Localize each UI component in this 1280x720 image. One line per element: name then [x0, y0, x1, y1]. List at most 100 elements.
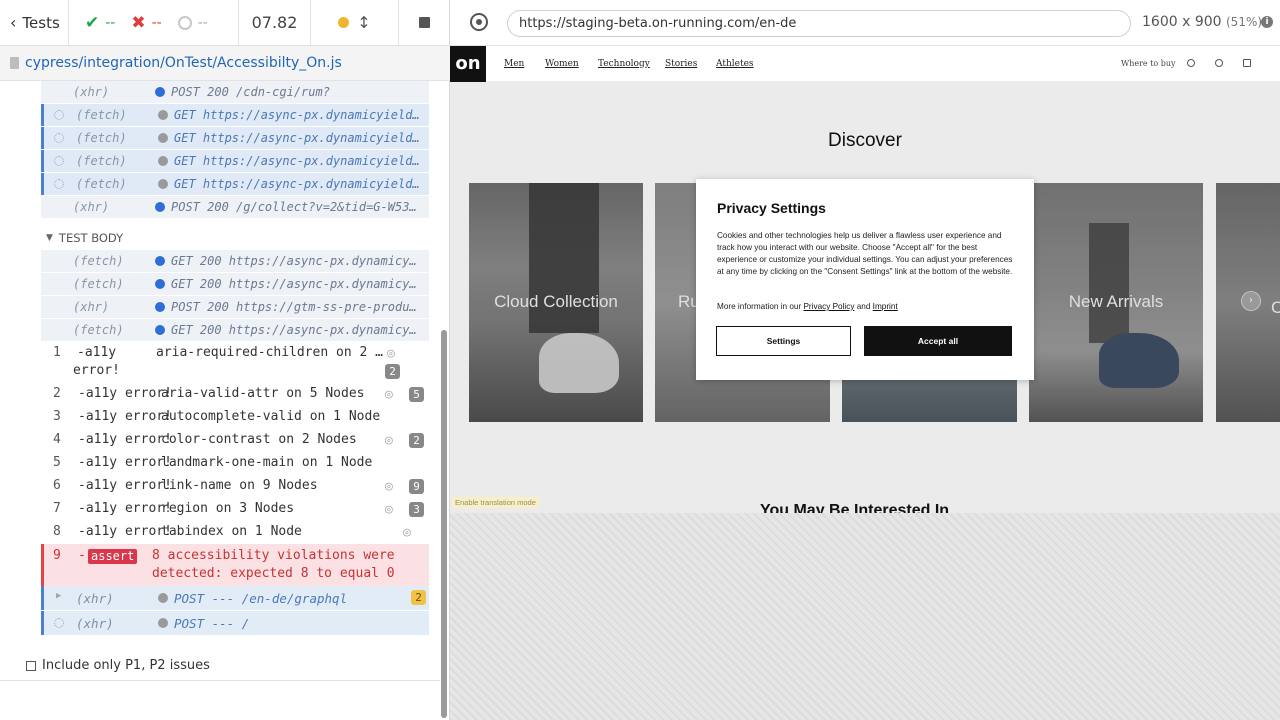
failed-count: -- — [151, 14, 162, 31]
nav-link-women[interactable]: Women — [545, 59, 579, 69]
command-row[interactable]: (fetch) GET https://async-px.dynamicyiel… — [41, 173, 429, 195]
privacy-title: Privacy Settings — [717, 200, 826, 216]
a11y-error-row[interactable]: 5 -a11y error! landmark-one-main on 1 No… — [41, 452, 429, 475]
a11y-error-row[interactable]: 1 -a11y error! aria-required-children on… — [41, 342, 429, 382]
a11y-error-label: -a11y error! — [78, 524, 172, 539]
stop-icon — [419, 17, 430, 28]
status-dot-icon — [158, 133, 168, 143]
command-row[interactable]: (xhr) POST 200 /cdn-cgi/rum? — [41, 81, 429, 103]
command-message: GET 200 https://async-px.dynamicyield.co… — [171, 254, 423, 268]
command-message: GET https://async-px.dynamicyield.com/dp… — [174, 177, 426, 191]
command-row[interactable]: (fetch) GET https://async-px.dynamicyiel… — [41, 150, 429, 172]
row-number: 3 — [53, 409, 61, 424]
spinner-icon — [54, 110, 64, 120]
url-bar[interactable]: https://staging-beta.on-running.com/en-d… — [507, 10, 1131, 37]
on-logo[interactable]: on — [450, 46, 486, 82]
tests-button[interactable]: ‹ Tests — [0, 0, 69, 45]
selector-playground-icon[interactable] — [470, 13, 488, 31]
command-type: (fetch) — [73, 254, 124, 268]
spec-path-bar: cypress/integration/OnTest/Accessibilty_… — [0, 46, 450, 81]
status-dot-icon — [158, 593, 168, 603]
command-row[interactable]: (xhr) POST 200 https://gtm-ss-pre-produc… — [41, 296, 429, 318]
command-type: (fetch) — [73, 323, 124, 337]
scrollbar-thumb[interactable] — [441, 330, 447, 718]
spinner-icon — [54, 156, 64, 166]
status-dot-icon — [158, 618, 168, 628]
a11y-error-row[interactable]: 3 -a11y error! autocomplete-valid on 1 N… — [41, 406, 429, 429]
cart-icon[interactable] — [1243, 59, 1251, 67]
row-number: 7 — [53, 501, 61, 516]
a11y-error-label: -a11y error! — [78, 432, 172, 447]
command-type: (xhr) — [76, 591, 114, 606]
command-type: (xhr) — [76, 616, 114, 631]
p1-p2-filter[interactable]: Include only P1, P2 issues — [26, 658, 210, 673]
checkbox[interactable] — [26, 660, 36, 671]
search-icon[interactable] — [1187, 59, 1195, 67]
command-message: POST --- /en-de/graphql — [174, 591, 348, 606]
status-dot-icon — [338, 17, 350, 28]
count-badge: 2 — [385, 364, 400, 379]
command-row[interactable]: (fetch) GET 200 https://async-px.dynamic… — [41, 319, 429, 341]
info-icon[interactable]: i — [1261, 16, 1273, 28]
test-body-label: TEST BODY — [58, 231, 124, 245]
auto-scroll-toggle[interactable]: ↕ — [311, 0, 399, 45]
privacy-policy-link[interactable]: Privacy Policy — [803, 302, 854, 311]
command-message: GET 200 https://async-px.dynamicyield.co… — [171, 323, 423, 337]
a11y-error-label: -a11y — [77, 345, 117, 360]
command-row[interactable]: (fetch) GET https://async-px.dynamicyiel… — [41, 104, 429, 126]
where-to-buy-link[interactable]: Where to buy — [1121, 59, 1176, 68]
row-number: 9 — [53, 548, 61, 563]
site-navbar: on Men Women Technology Stories Athletes… — [450, 46, 1280, 82]
duration: 07.82 — [239, 0, 311, 45]
account-icon[interactable] — [1215, 59, 1223, 67]
test-body-header[interactable]: ▼ TEST BODY — [46, 231, 123, 245]
command-message: GET https://async-px.dynamicyield.com/dp… — [174, 108, 426, 122]
status-dot-icon — [155, 325, 165, 335]
viewport-dimensions: 1600 x 900 — [1142, 14, 1222, 30]
status-dot-icon — [155, 279, 165, 289]
eye-slash-icon: ◎ — [387, 346, 395, 361]
a11y-error-row[interactable]: 6 -a11y error! link-name on 9 Nodes ◎ 9 — [41, 475, 429, 498]
command-row[interactable]: (fetch) GET 200 https://async-px.dynamic… — [41, 250, 429, 272]
command-log-panel: ‹ Tests ✔ -- ✖ -- -- 07.82 ↕ cypress/int… — [0, 0, 450, 720]
a11y-error-row[interactable]: 8 -a11y error! tabindex on 1 Node ◎ — [41, 521, 429, 544]
a11y-error-row[interactable]: 4 -a11y error! color-contrast on 2 Nodes… — [41, 429, 429, 452]
row-number: 2 — [53, 386, 61, 401]
spinner-icon — [54, 179, 64, 189]
command-row[interactable]: (fetch) GET 200 https://async-px.dynamic… — [41, 273, 429, 295]
status-dot-icon — [155, 202, 165, 212]
nav-link-men[interactable]: Men — [504, 59, 524, 69]
command-type: (xhr) — [73, 200, 110, 214]
settings-button[interactable]: Settings — [716, 326, 851, 356]
a11y-error-row[interactable]: 7 -a11y error! region on 3 Nodes ◎ 3 — [41, 498, 429, 521]
eye-slash-icon: ◎ — [385, 479, 393, 494]
passed-stat: ✔ -- — [85, 13, 115, 33]
command-type: (xhr) — [73, 300, 110, 314]
tests-button-label: Tests — [22, 13, 60, 32]
website-preview: on Men Women Technology Stories Athletes… — [450, 46, 1280, 513]
caret-down-icon: ▼ — [46, 233, 53, 243]
pending-request-row[interactable]: ▶ (xhr) POST --- /en-de/graphql 2 — [41, 586, 429, 610]
pending-request-row[interactable]: (xhr) POST --- / — [41, 611, 429, 635]
assert-badge: assert — [88, 549, 138, 564]
nav-link-stories[interactable]: Stories — [665, 59, 697, 69]
assert-failure-row[interactable]: 9 - assert 8 accessibility violations we… — [41, 544, 429, 586]
row-number: 5 — [53, 455, 61, 470]
row-number: 4 — [53, 432, 61, 447]
more-prefix: More information in our — [717, 302, 802, 311]
nav-link-technology[interactable]: Technology — [598, 59, 650, 69]
accept-all-button[interactable]: Accept all — [864, 326, 1012, 356]
spec-path-link[interactable]: cypress/integration/OnTest/Accessibilty_… — [25, 55, 342, 71]
command-row[interactable]: (xhr) POST 200 /g/collect?v=2&tid=G-W530… — [41, 196, 429, 218]
imprint-link[interactable]: Imprint — [873, 302, 898, 311]
row-number: 1 — [53, 345, 61, 360]
a11y-error-label: -a11y error! — [78, 455, 172, 470]
check-icon: ✔ — [85, 12, 100, 33]
a11y-error-row[interactable]: 2 -a11y error! aria-valid-attr on 5 Node… — [41, 383, 429, 406]
command-row[interactable]: (fetch) GET https://async-px.dynamicyiel… — [41, 127, 429, 149]
stop-button[interactable] — [399, 0, 450, 45]
nav-link-athletes[interactable]: Athletes — [716, 59, 754, 69]
a11y-error-label-2: error! — [73, 363, 120, 378]
privacy-body: Cookies and other technologies help us d… — [717, 231, 1013, 276]
translation-mode-toggle[interactable]: Enable translation mode — [452, 497, 539, 508]
